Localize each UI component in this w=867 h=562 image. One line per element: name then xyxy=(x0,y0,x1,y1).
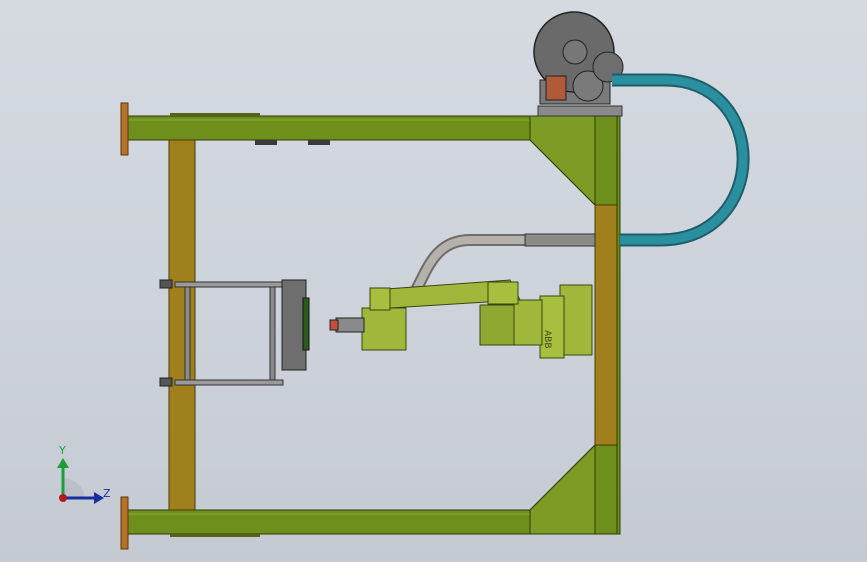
axis-z-label: Z xyxy=(103,487,111,500)
wire-feeder-unit xyxy=(533,11,624,105)
cad-viewport[interactable]: ABB Y Z xyxy=(0,0,867,562)
top-end-plate xyxy=(120,102,129,156)
coordinate-triad-icon[interactable]: Y Z xyxy=(57,444,111,504)
axis-y-label: Y xyxy=(58,444,66,457)
bottom-beam xyxy=(127,509,533,537)
robot-base-marking: ABB xyxy=(542,330,552,349)
model-canvas[interactable]: ABB Y Z xyxy=(0,0,867,562)
welding-robot: ABB xyxy=(329,279,593,359)
left-post xyxy=(168,139,196,511)
bottom-end-plate xyxy=(120,496,129,550)
